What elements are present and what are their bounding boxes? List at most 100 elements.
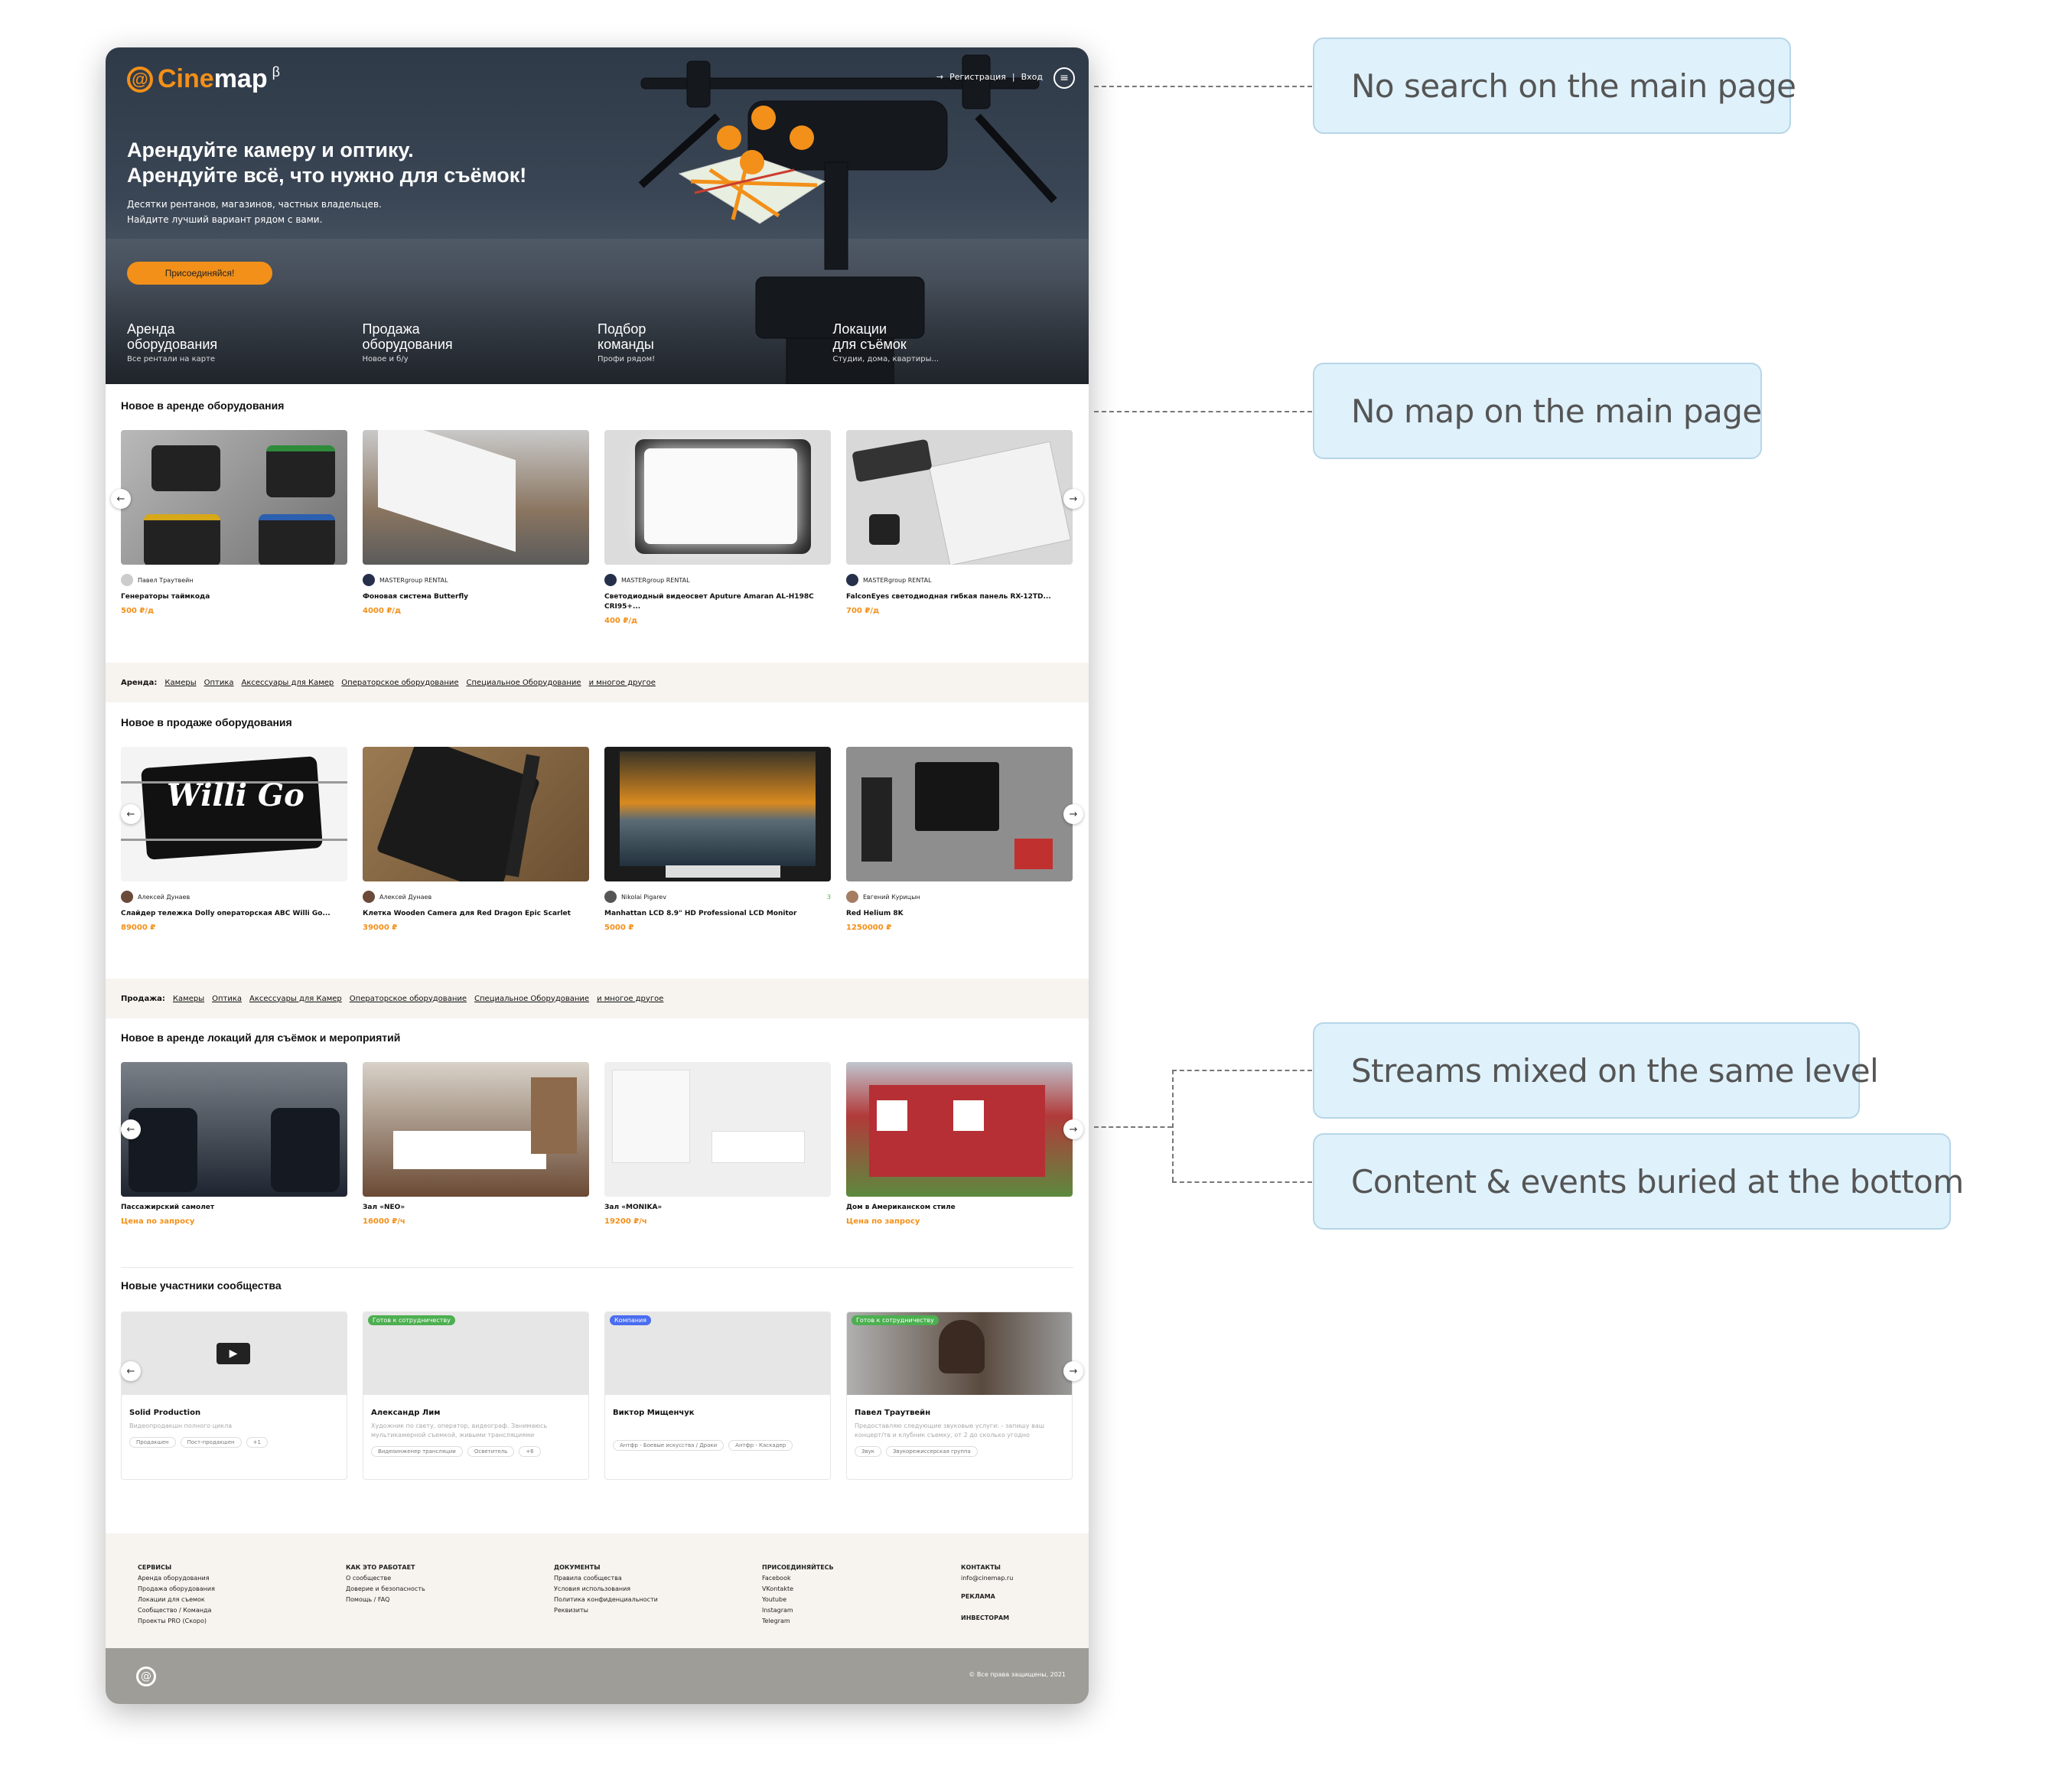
carousel-next-button[interactable]: → (1063, 1119, 1083, 1139)
member-card[interactable]: ▶ Solid Production Видеопродакшн полного… (121, 1311, 347, 1480)
location-image (846, 1062, 1073, 1197)
arrow-right-icon: → (936, 72, 944, 82)
top-nav: → Регистрация | Вход (936, 72, 1043, 82)
avatar (121, 574, 133, 586)
carousel-prev-button[interactable]: ← (111, 489, 131, 509)
play-icon: ▶ (217, 1343, 250, 1364)
rent-link-operator[interactable]: Операторское оборудование (341, 679, 458, 687)
avatar (363, 891, 375, 903)
product-image (604, 430, 831, 565)
location-card[interactable]: Зал «MONIKA» 19200 ₽/ч (604, 1062, 831, 1226)
callout-content-buried: Content & events buried at the bottom (1313, 1133, 1964, 1230)
callout-no-map: No map on the main page (1313, 363, 1762, 459)
rent-card[interactable]: MASTERgroup RENTAL Фоновая система Butte… (363, 430, 589, 625)
carousel-next-button[interactable]: → (1063, 489, 1083, 509)
footer: СЕРВИСЫ Аренда оборудования Продажа обор… (106, 1533, 1089, 1648)
carousel-prev-button[interactable]: ← (121, 1119, 141, 1139)
location-card[interactable]: Зал «NEO» 16000 ₽/ч (363, 1062, 589, 1226)
community-section-title: Новые участники сообщества (121, 1279, 282, 1292)
menu-icon[interactable]: ≡ (1053, 67, 1075, 89)
likes-count: 3 (826, 893, 831, 901)
carousel-next-button[interactable]: → (1063, 804, 1083, 824)
rent-link-cameras[interactable]: Камеры (164, 679, 196, 687)
location-cards: Пассажирский самолет Цена по запросу Зал… (121, 1062, 1073, 1226)
product-image (363, 430, 589, 565)
sale-link-special[interactable]: Специальное Оборудование (474, 995, 589, 1003)
sale-card[interactable]: Willi Go Алексей Дунаев Слайдер тележка … (121, 747, 347, 932)
member-card[interactable]: Компания Виктор Мищенчук Антфр - Боевые … (604, 1311, 831, 1480)
footer-col-services: СЕРВИСЫ Аренда оборудования Продажа обор… (138, 1564, 215, 1624)
sale-link-operator[interactable]: Операторское оборудование (350, 995, 467, 1003)
avatar (363, 574, 375, 586)
product-image: Willi Go (121, 747, 347, 881)
avatar (604, 574, 617, 586)
footer-col-how: КАК ЭТО РАБОТАЕТ О сообществе Доверие и … (346, 1564, 425, 1603)
rent-section-title: Новое в аренде оборудования (121, 399, 285, 412)
rent-card[interactable]: MASTERgroup RENTAL FalconEyes светодиодн… (846, 430, 1073, 625)
hero-categories: Аренда оборудования Все рентали на карте … (127, 321, 1068, 363)
sale-link-cameras[interactable]: Камеры (173, 995, 204, 1003)
carousel-prev-button[interactable]: ← (121, 1361, 141, 1381)
carousel-prev-button[interactable]: ← (121, 804, 141, 824)
product-image (121, 430, 347, 565)
rent-card[interactable]: Павел Траутвейн Генераторы таймкода 500 … (121, 430, 347, 625)
email-link[interactable]: info@cinemap.ru (961, 1573, 1013, 1584)
footer-bottom-bar: @ © Все права защищены, 2021 (106, 1648, 1089, 1704)
sale-card[interactable]: Евгений Курицын Red Helium 8K 1250000 ₽ (846, 747, 1073, 932)
location-card[interactable]: Дом в Американском стиле Цена по запросу (846, 1062, 1073, 1226)
product-image (363, 747, 589, 881)
sale-category-strip: Продажа: Камеры Оптика Аксессуары для Ка… (106, 979, 1089, 1018)
location-image (363, 1062, 589, 1197)
product-image (604, 747, 831, 881)
avatar (604, 891, 617, 903)
callout-streams-mixed: Streams mixed on the same level (1313, 1022, 1879, 1119)
rent-category-strip: Аренда: Камеры Оптика Аксессуары для Кам… (106, 663, 1089, 702)
hero-subtitle: Десятки рентанов, магазинов, частных вла… (127, 199, 382, 225)
sale-link-more[interactable]: и многое другое (597, 995, 663, 1003)
product-image (846, 430, 1073, 565)
sale-link-optics[interactable]: Оптика (212, 995, 242, 1003)
callout-no-search: No search on the main page (1313, 37, 1796, 134)
join-button[interactable]: Присоединяйся! (127, 262, 272, 285)
sale-link-accessories[interactable]: Аксессуары для Камер (249, 995, 342, 1003)
category-rent[interactable]: Аренда оборудования Все рентали на карте (127, 321, 363, 363)
avatar (121, 891, 133, 903)
status-badge: Готов к сотрудничеству (852, 1315, 939, 1325)
sale-section-title: Новое в продаже оборудования (121, 716, 292, 728)
location-card[interactable]: Пассажирский самолет Цена по запросу (121, 1062, 347, 1226)
locations-section-title: Новое в аренде локаций для съёмок и меро… (121, 1031, 401, 1044)
login-link[interactable]: Вход (1021, 72, 1043, 82)
hero-banner: @ Cine map β → Регистрация | Вход ≡ Аренд… (106, 47, 1089, 384)
community-cards: ▶ Solid Production Видеопродакшн полного… (121, 1311, 1073, 1480)
category-team[interactable]: Подбор команды Профи рядом! (598, 321, 833, 363)
status-badge: Компания (610, 1315, 651, 1325)
rent-card[interactable]: MASTERgroup RENTAL Светодиодный видеосве… (604, 430, 831, 625)
avatar (846, 891, 858, 903)
category-sale[interactable]: Продажа оборудования Новое и б/у (363, 321, 598, 363)
sale-card[interactable]: Nikolai Pigarev 3 Manhattan LCD 8.9" HD P… (604, 747, 831, 932)
rent-link-accessories[interactable]: Аксессуары для Камер (242, 679, 334, 687)
footer-logo-icon[interactable]: @ (136, 1667, 156, 1686)
footer-col-docs: ДОКУМЕНТЫ Правила сообщества Условия исп… (554, 1564, 658, 1614)
status-badge: Готов к сотрудничеству (368, 1315, 455, 1325)
avatar (846, 574, 858, 586)
footer-col-join: ПРИСОЕДИНЯЙТЕСЬ Facebook VKontakte Youtu… (762, 1564, 834, 1624)
sale-card[interactable]: Алексей Дунаев Клетка Wooden Camera для … (363, 747, 589, 932)
location-image (121, 1062, 347, 1197)
sale-cards: Willi Go Алексей Дунаев Слайдер тележка … (121, 747, 1073, 932)
logo[interactable]: @ Cine map β (127, 64, 280, 94)
rent-link-special[interactable]: Специальное Оборудование (467, 679, 581, 687)
rent-link-more[interactable]: и многое другое (589, 679, 656, 687)
product-image (846, 747, 1073, 881)
rent-cards: Павел Траутвейн Генераторы таймкода 500 … (121, 430, 1073, 625)
register-link[interactable]: Регистрация (949, 72, 1006, 82)
member-card[interactable]: Готов к сотрудничеству Павел Траутвейн П… (846, 1311, 1073, 1480)
category-locations[interactable]: Локации для съёмок Студии, дома, квартиры… (833, 321, 1069, 363)
footer-col-contacts: КОНТАКТЫ info@cinemap.ru РЕКЛАМА ИНВЕСТО… (961, 1564, 1014, 1621)
hero-title: Арендуйте камеру и оптику. Арендуйте всё… (127, 138, 527, 187)
rent-link-optics[interactable]: Оптика (204, 679, 234, 687)
logo-at-icon: @ (127, 66, 153, 93)
carousel-next-button[interactable]: → (1063, 1361, 1083, 1381)
member-card[interactable]: Готов к сотрудничеству Александр Лим Худ… (363, 1311, 589, 1480)
copyright: © Все права защищены, 2021 (969, 1671, 1066, 1678)
